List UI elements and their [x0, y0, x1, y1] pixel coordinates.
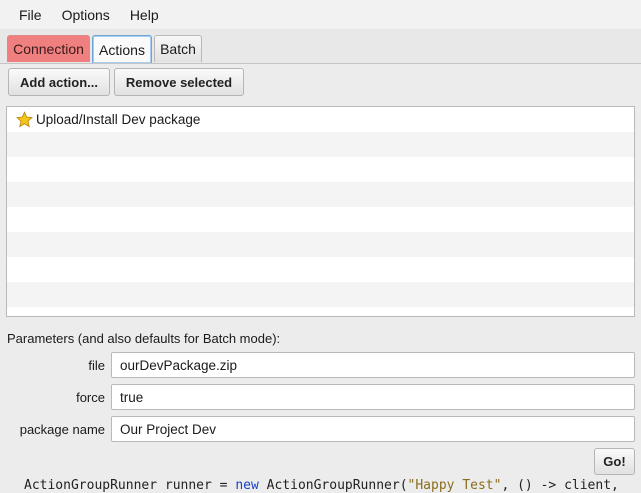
- force-label: force: [76, 390, 105, 405]
- tab-bar: Connection Actions Batch: [0, 29, 641, 64]
- force-field[interactable]: true: [111, 384, 635, 410]
- add-action-button[interactable]: Add action...: [8, 68, 110, 96]
- code-suffix: , () -> client,: [501, 478, 619, 493]
- file-field[interactable]: ourDevPackage.zip: [111, 352, 635, 378]
- menu-options[interactable]: Options: [52, 7, 120, 23]
- list-row-empty: [7, 207, 634, 232]
- star-icon: [16, 111, 33, 128]
- code-middle: ActionGroupRunner(: [258, 478, 408, 493]
- package-name-field[interactable]: Our Project Dev: [111, 416, 635, 442]
- actions-list[interactable]: Upload/Install Dev package: [6, 106, 635, 317]
- list-row-empty: [7, 182, 634, 207]
- remove-selected-button[interactable]: Remove selected: [114, 68, 244, 96]
- list-row-empty: [7, 157, 634, 182]
- menu-file[interactable]: File: [0, 7, 52, 23]
- list-row-empty: [7, 307, 634, 316]
- parameters-title: Parameters (and also defaults for Batch …: [7, 331, 281, 346]
- list-row-empty: [7, 232, 634, 257]
- go-button[interactable]: Go!: [594, 448, 635, 475]
- menu-help[interactable]: Help: [120, 7, 169, 23]
- list-item-label: Upload/Install Dev package: [36, 112, 201, 127]
- code-string: "Happy Test": [407, 478, 502, 493]
- tab-actions[interactable]: Actions: [92, 35, 152, 63]
- package-name-label: package name: [19, 422, 105, 437]
- code-keyword: new: [235, 478, 259, 493]
- file-label: file: [88, 358, 105, 373]
- list-row-empty: [7, 282, 634, 307]
- menu-bar: File Options Help: [0, 0, 641, 30]
- tab-connection[interactable]: Connection: [7, 35, 90, 62]
- tab-batch[interactable]: Batch: [154, 35, 202, 62]
- list-item[interactable]: Upload/Install Dev package: [7, 107, 634, 132]
- code-prefix: ActionGroupRunner runner =: [24, 478, 236, 493]
- list-row-empty: [7, 257, 634, 282]
- list-row-empty: [7, 132, 634, 157]
- background-code-line: ActionGroupRunner runner = new ActionGro…: [24, 478, 619, 493]
- actions-toolbar: Add action... Remove selected: [0, 63, 641, 103]
